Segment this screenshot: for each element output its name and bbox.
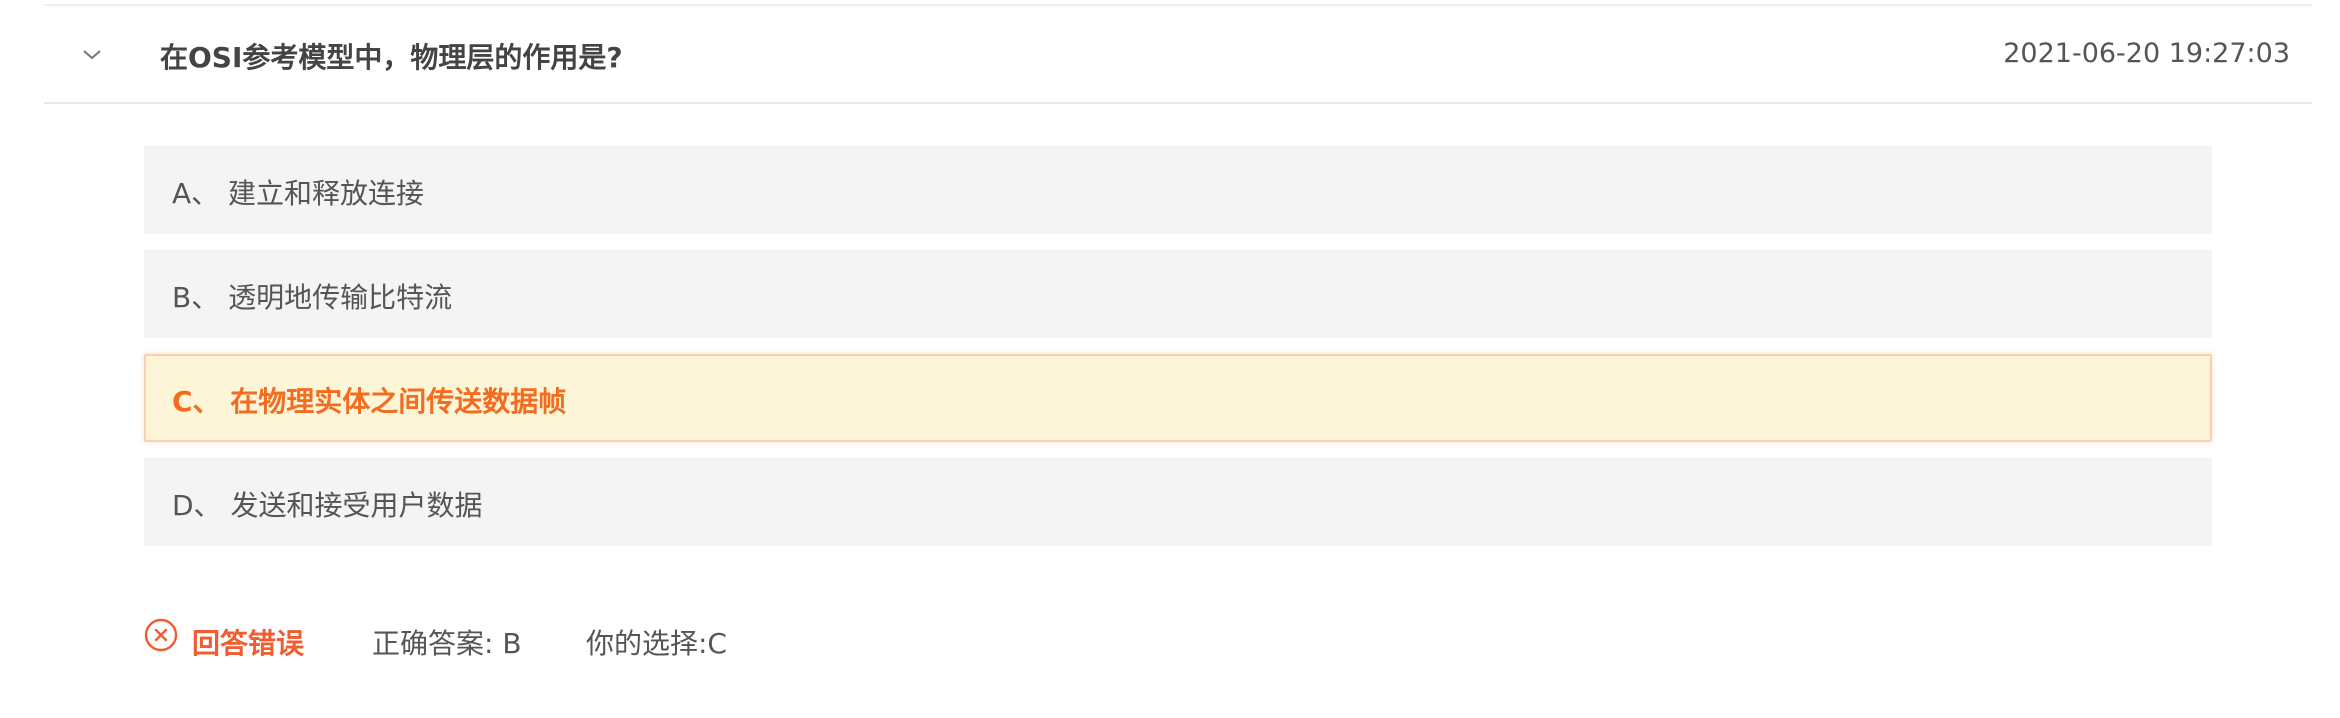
close-circle-icon	[144, 618, 178, 652]
your-choice: 你的选择:C	[586, 627, 727, 660]
option-label: A、 建立和释放连接	[172, 177, 425, 210]
option-b[interactable]: B、 透明地传输比特流	[144, 250, 2212, 338]
option-c-selected[interactable]: C、 在物理实体之间传送数据帧	[144, 354, 2212, 442]
option-label: C、 在物理实体之间传送数据帧	[172, 385, 567, 418]
question-timestamp: 2021-06-20 19:27:03	[2003, 38, 2290, 69]
option-label: B、 透明地传输比特流	[172, 281, 453, 314]
option-label: D、 发送和接受用户数据	[172, 489, 483, 522]
correct-answer: 正确答案: B	[372, 627, 522, 660]
question-title: 在OSI参考模型中，物理层的作用是?	[160, 41, 623, 74]
result-status: 回答错误	[192, 627, 305, 660]
question-header[interactable]: 在OSI参考模型中，物理层的作用是? 2021-06-20 19:27:03	[44, 6, 2312, 104]
chevron-down-icon[interactable]	[80, 42, 104, 66]
option-d[interactable]: D、 发送和接受用户数据	[144, 458, 2212, 546]
option-a[interactable]: A、 建立和释放连接	[144, 146, 2212, 234]
result-row: 回答错误 正确答案: B 你的选择:C	[144, 616, 1144, 666]
